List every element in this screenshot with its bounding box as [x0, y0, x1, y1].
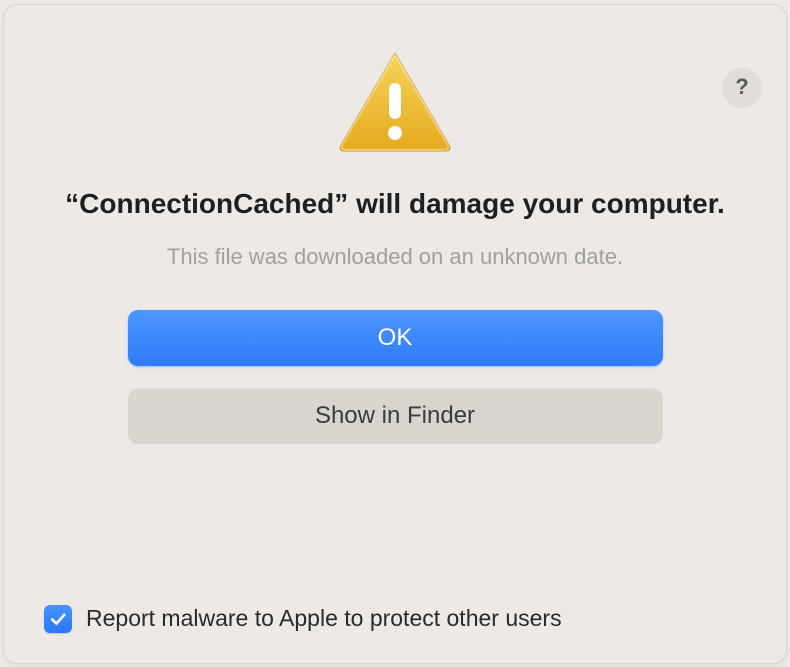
dialog-subtitle: This file was downloaded on an unknown d…: [117, 244, 673, 270]
alert-dialog: ? “ConnectionCached” will damage your co…: [3, 4, 787, 664]
warning-icon: [335, 47, 455, 157]
dialog-content: ? “ConnectionCached” will damage your co…: [4, 47, 786, 491]
show-in-finder-button[interactable]: Show in Finder: [128, 388, 663, 444]
help-button[interactable]: ?: [722, 67, 762, 107]
ok-button-label: OK: [378, 324, 413, 352]
checkmark-icon: [48, 609, 68, 629]
show-in-finder-label: Show in Finder: [315, 402, 475, 430]
dialog-title: “ConnectionCached” will damage your comp…: [15, 185, 775, 223]
ok-button[interactable]: OK: [128, 310, 663, 366]
report-checkbox-row: Report malware to Apple to protect other…: [44, 605, 562, 633]
report-checkbox[interactable]: [44, 605, 72, 633]
help-icon-label: ?: [735, 74, 748, 100]
report-checkbox-label: Report malware to Apple to protect other…: [86, 605, 562, 632]
button-stack: OK Show in Finder: [128, 310, 663, 444]
